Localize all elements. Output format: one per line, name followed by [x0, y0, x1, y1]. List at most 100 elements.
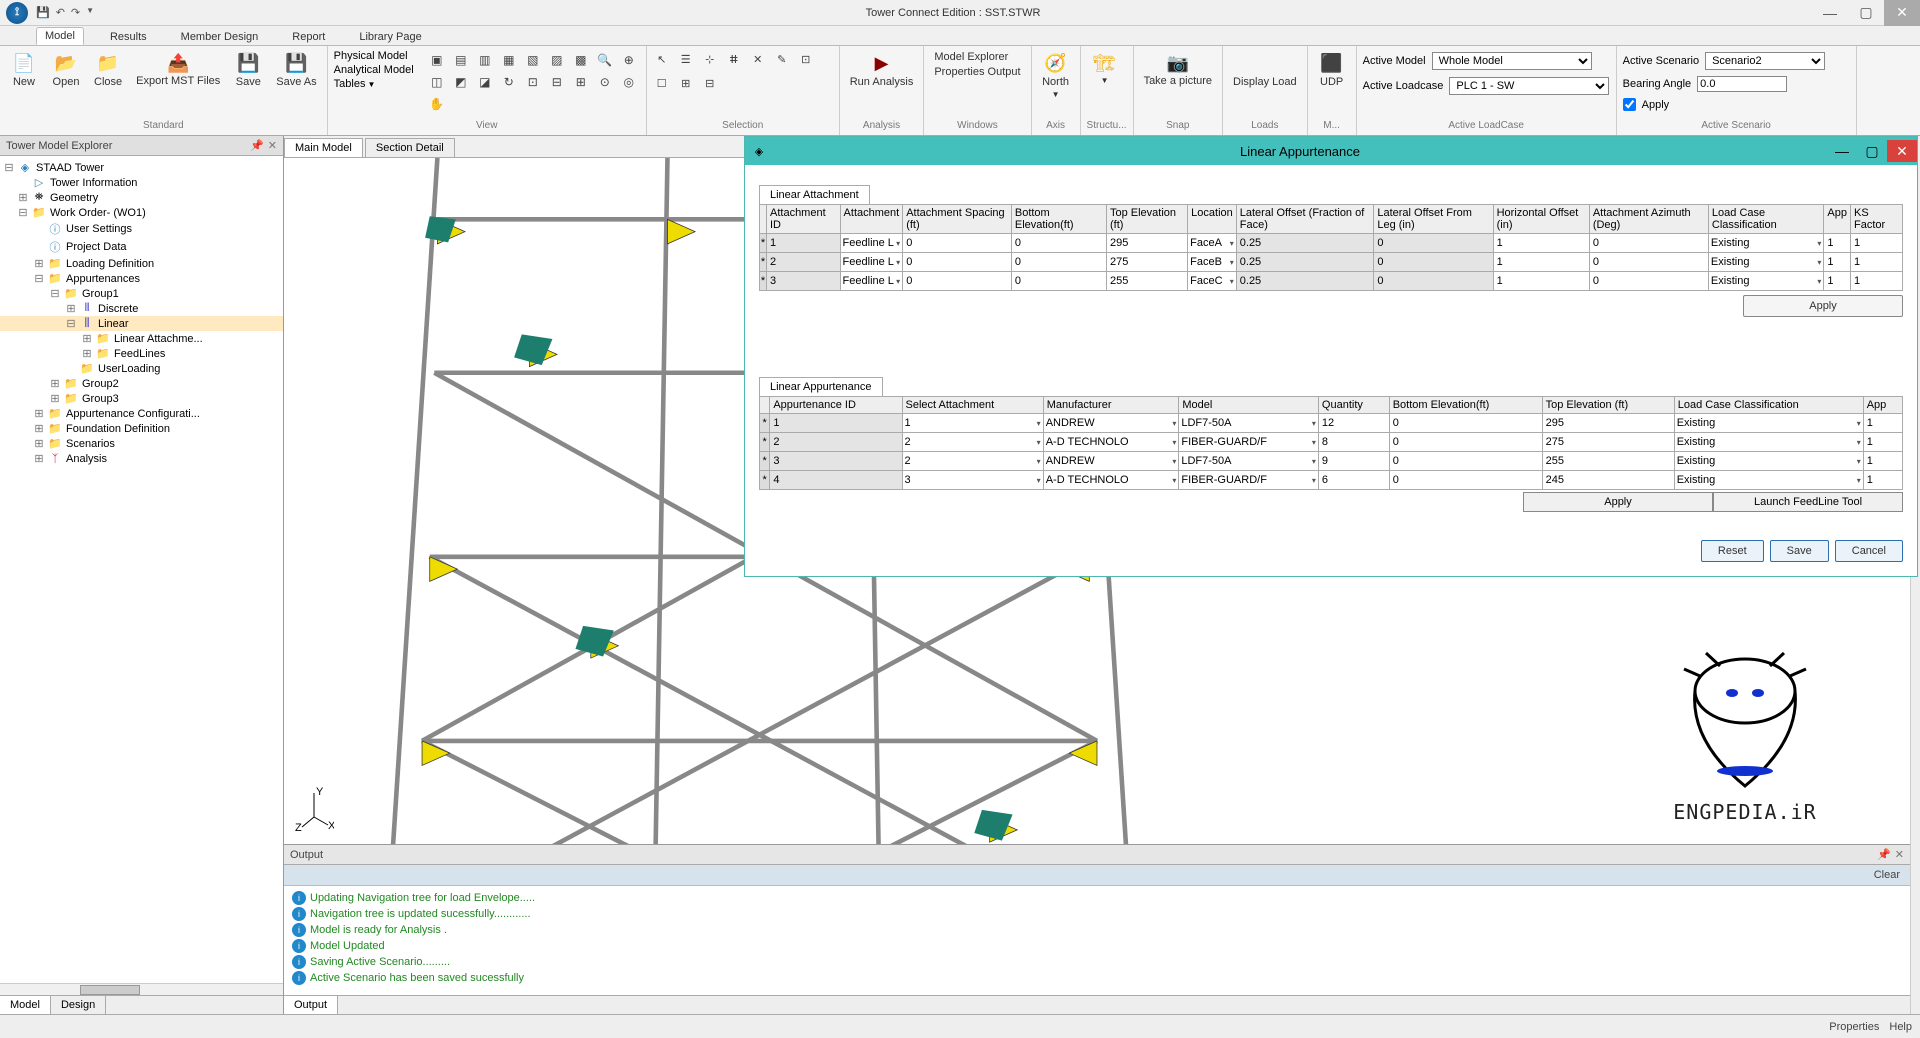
- close-button[interactable]: ✕: [1884, 0, 1920, 26]
- linear-attachment-table[interactable]: Attachment IDAttachmentAttachment Spacin…: [759, 204, 1903, 291]
- status-help[interactable]: Help: [1889, 1021, 1912, 1033]
- tab-results[interactable]: Results: [102, 29, 155, 45]
- pin-icon[interactable]: 📌: [250, 139, 264, 152]
- linear-attachment-tab[interactable]: Linear Attachment: [759, 185, 870, 204]
- save-button[interactable]: 💾Save: [230, 50, 266, 90]
- save-as-button[interactable]: 💾Save As: [272, 50, 320, 90]
- struct-button[interactable]: 🏗▼: [1087, 50, 1123, 87]
- sel-tool-icon[interactable]: ⊹: [701, 50, 719, 68]
- apply-checkbox[interactable]: [1623, 98, 1636, 111]
- cursor-icon[interactable]: ↖: [653, 50, 671, 68]
- tree-discrete[interactable]: ⊞⫴Discrete: [0, 301, 283, 316]
- table-row[interactable]: *43▾A-D TECHNOLO▾FIBER-GUARD/F▾60245Exis…: [760, 471, 1903, 490]
- tab-model[interactable]: Model: [36, 27, 84, 45]
- tree-scenarios[interactable]: ⊞📁Scenarios: [0, 436, 283, 451]
- tree-geometry[interactable]: ⊞⛯Geometry: [0, 190, 283, 205]
- maximize-button[interactable]: ▢: [1848, 0, 1884, 26]
- close-panel-icon[interactable]: ✕: [268, 139, 277, 152]
- active-loadcase-dropdown[interactable]: PLC 1 - SW: [1449, 77, 1609, 95]
- tree-appurtenances[interactable]: ⊟📁Appurtenances: [0, 271, 283, 286]
- column-header[interactable]: Lateral Offset From Leg (in): [1374, 205, 1493, 234]
- column-header[interactable]: Quantity: [1318, 397, 1389, 414]
- column-header[interactable]: [760, 205, 767, 234]
- column-header[interactable]: Load Case Classification: [1708, 205, 1823, 234]
- active-model-dropdown[interactable]: Whole Model: [1432, 52, 1592, 70]
- column-header[interactable]: [760, 397, 770, 414]
- explorer-tab-model[interactable]: Model: [0, 996, 51, 1014]
- column-header[interactable]: Manufacturer: [1043, 397, 1179, 414]
- physical-model-button[interactable]: Physical Model: [334, 50, 414, 62]
- tab-member-design[interactable]: Member Design: [173, 29, 267, 45]
- column-header[interactable]: Horizontal Offset (in): [1493, 205, 1589, 234]
- tab-library-page[interactable]: Library Page: [351, 29, 429, 45]
- apply-appurtenance-button[interactable]: Apply: [1523, 492, 1713, 512]
- bearing-angle-input[interactable]: [1697, 76, 1787, 92]
- view-tool-icon[interactable]: ↻: [498, 72, 520, 92]
- column-header[interactable]: Top Elevation (ft): [1542, 397, 1674, 414]
- explorer-tab-design[interactable]: Design: [51, 996, 106, 1014]
- tables-button[interactable]: Tables: [334, 78, 366, 90]
- linear-appurtenance-table[interactable]: Appurtenance IDSelect AttachmentManufact…: [759, 396, 1903, 490]
- pan-icon[interactable]: ✋: [426, 94, 448, 114]
- sel-tool-icon[interactable]: ✎: [773, 50, 791, 68]
- minimize-button[interactable]: —: [1812, 0, 1848, 26]
- column-header[interactable]: Appurtenance ID: [770, 397, 902, 414]
- tree-userloading[interactable]: 📁UserLoading: [0, 361, 283, 376]
- output-pin-icon[interactable]: 📌: [1877, 848, 1891, 861]
- table-row[interactable]: *1Feedline L▾00295FaceA▾0.25010Existing▾…: [760, 234, 1903, 253]
- properties-output-button[interactable]: Properties Output: [930, 65, 1024, 79]
- tree-group3[interactable]: ⊞📁Group3: [0, 391, 283, 406]
- tab-section-detail[interactable]: Section Detail: [365, 138, 455, 157]
- table-row[interactable]: *2Feedline L▾00275FaceB▾0.25010Existing▾…: [760, 253, 1903, 272]
- sel-tool-icon[interactable]: ⊞: [677, 74, 695, 92]
- sel-tool-icon[interactable]: ⊡: [797, 50, 815, 68]
- output-close-icon[interactable]: ✕: [1895, 848, 1904, 861]
- column-header[interactable]: Bottom Elevation(ft): [1011, 205, 1106, 234]
- new-button[interactable]: 📄New: [6, 50, 42, 90]
- dialog-maximize-button[interactable]: ▢: [1857, 140, 1887, 162]
- tree-root[interactable]: ⊟◈STAAD Tower: [0, 160, 283, 175]
- table-row[interactable]: *3Feedline L▾00255FaceC▾0.25010Existing▾…: [760, 272, 1903, 291]
- column-header[interactable]: Load Case Classification: [1674, 397, 1863, 414]
- display-load-button[interactable]: Display Load: [1229, 50, 1301, 90]
- tree-foundation[interactable]: ⊞📁Foundation Definition: [0, 421, 283, 436]
- column-header[interactable]: Attachment: [840, 205, 903, 234]
- view-tool-icon[interactable]: ⊡: [522, 72, 544, 92]
- tree-tower-information[interactable]: ▷Tower Information: [0, 175, 283, 190]
- column-header[interactable]: App: [1824, 205, 1851, 234]
- column-header[interactable]: Attachment Azimuth (Deg): [1589, 205, 1708, 234]
- view-tool-icon[interactable]: ▧: [522, 50, 544, 70]
- tree-linear[interactable]: ⊟⫼Linear: [0, 316, 283, 331]
- analytical-model-button[interactable]: Analytical Model: [334, 64, 414, 76]
- table-row[interactable]: *32▾ANDREW▾LDF7-50A▾90255Existing▾1: [760, 452, 1903, 471]
- tree-loading-definition[interactable]: ⊞📁Loading Definition: [0, 256, 283, 271]
- view-tool-icon[interactable]: ⊟: [546, 72, 568, 92]
- dialog-close-button[interactable]: ✕: [1887, 140, 1917, 162]
- tree-feedlines[interactable]: ⊞📁FeedLines: [0, 346, 283, 361]
- column-header[interactable]: KS Factor: [1850, 205, 1902, 234]
- column-header[interactable]: App: [1863, 397, 1902, 414]
- table-row[interactable]: *11▾ANDREW▾LDF7-50A▾120295Existing▾1: [760, 414, 1903, 433]
- dialog-save-button[interactable]: Save: [1770, 540, 1829, 562]
- export-mst-button[interactable]: 📤Export MST Files: [132, 50, 224, 89]
- column-header[interactable]: Location: [1188, 205, 1237, 234]
- dialog-minimize-button[interactable]: —: [1827, 140, 1857, 162]
- view-tool-icon[interactable]: ▦: [498, 50, 520, 70]
- sel-tool-icon[interactable]: ⵌ: [725, 50, 743, 68]
- view-tool-icon[interactable]: ⊞: [570, 72, 592, 92]
- view-tool-icon[interactable]: ◪: [474, 72, 496, 92]
- column-header[interactable]: Model: [1179, 397, 1319, 414]
- reset-button[interactable]: Reset: [1701, 540, 1764, 562]
- active-scenario-dropdown[interactable]: Scenario2: [1705, 52, 1825, 70]
- column-header[interactable]: Attachment Spacing (ft): [903, 205, 1012, 234]
- model-explorer-button[interactable]: Model Explorer: [930, 50, 1024, 64]
- output-tab[interactable]: Output: [284, 996, 338, 1014]
- zoom-window-icon[interactable]: ◎: [618, 72, 640, 92]
- tab-main-model[interactable]: Main Model: [284, 138, 363, 157]
- sel-tool-icon[interactable]: ✕: [749, 50, 767, 68]
- run-analysis-button[interactable]: ▶Run Analysis: [846, 50, 918, 90]
- cancel-button[interactable]: Cancel: [1835, 540, 1903, 562]
- view-tool-icon[interactable]: ▣: [426, 50, 448, 70]
- tree-analysis[interactable]: ⊞ᛉAnalysis: [0, 451, 283, 466]
- tab-report[interactable]: Report: [284, 29, 333, 45]
